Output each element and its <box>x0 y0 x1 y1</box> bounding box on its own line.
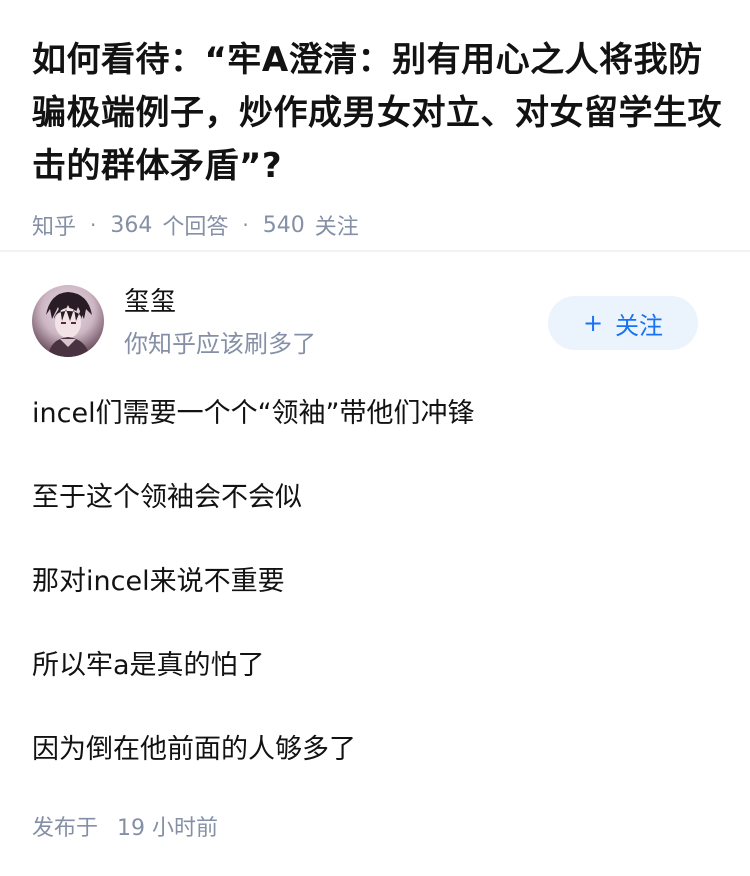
question-meta: 知乎 · 364 个回答 · 540 关注 <box>32 209 718 241</box>
question-header: 如何看待：“牢A澄清：别有用心之人将我防骗极端例子，炒作成男女对立、对女留学生攻… <box>0 0 750 241</box>
answer-timestamp: 发布于 19 小时前 <box>32 810 218 842</box>
question-title[interactable]: 如何看待：“牢A澄清：别有用心之人将我防骗极端例子，炒作成男女对立、对女留学生攻… <box>32 34 722 193</box>
answer-paragraph: 至于这个领袖会不会似 <box>32 482 302 513</box>
follow-button-label: 关注 <box>615 311 664 340</box>
meta-separator: · <box>242 213 249 237</box>
follower-count: 540 <box>262 212 305 238</box>
answer-card: 玺玺 你知乎应该刷多了 + 关注 incel们需要一个个“领袖”带他们冲锋 至于… <box>0 252 750 841</box>
meta-separator: · <box>90 213 97 237</box>
author-headline: 你知乎应该刷多了 <box>124 330 316 358</box>
answer-count-label[interactable]: 个回答 <box>162 209 228 241</box>
answer-count: 364 <box>110 212 153 238</box>
follow-button[interactable]: + 关注 <box>548 296 698 350</box>
avatar[interactable] <box>32 285 104 357</box>
answer-paragraph: 因为倒在他前面的人够多了 <box>32 734 356 765</box>
answer-paragraph: 所以牢a是真的怕了 <box>32 650 265 681</box>
anime-avatar-icon <box>46 292 92 357</box>
follower-count-label: 关注 <box>314 215 359 240</box>
answer-paragraph: incel们需要一个个“领袖”带他们冲锋 <box>32 398 475 429</box>
answer-paragraph: 那对incel来说不重要 <box>32 566 285 597</box>
time-prefix: 发布于 <box>32 816 99 841</box>
plus-icon: + <box>582 309 604 337</box>
source-label[interactable]: 知乎 <box>32 209 76 241</box>
author-name[interactable]: 玺玺 <box>124 286 176 318</box>
answer-content: incel们需要一个个“领袖”带他们冲锋 至于这个领袖会不会似 那对incel来… <box>32 392 722 812</box>
time-value: 19 小时前 <box>117 816 219 841</box>
author-info: 玺玺 你知乎应该刷多了 + 关注 <box>0 252 750 360</box>
